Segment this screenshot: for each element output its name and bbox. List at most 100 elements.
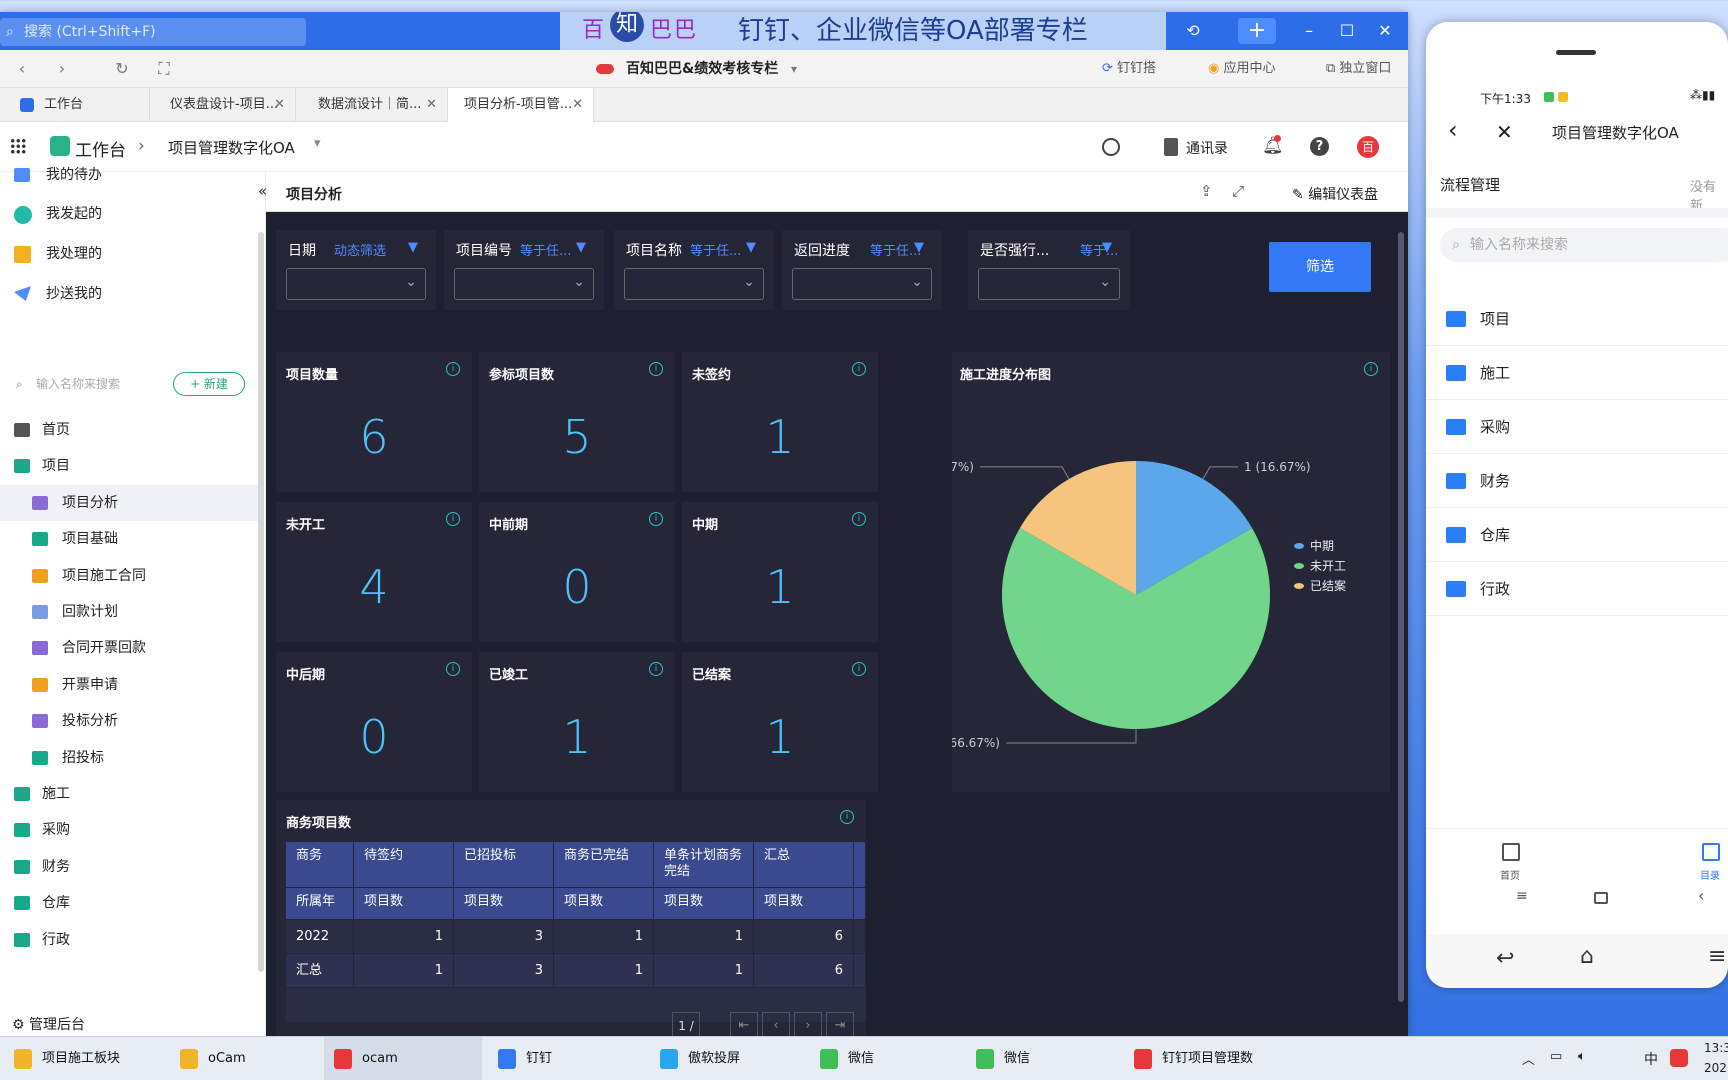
filter-operator[interactable]: 等于任... bbox=[690, 240, 741, 259]
legend-marker[interactable] bbox=[1294, 583, 1304, 589]
sidebar-item[interactable]: 财务 bbox=[0, 849, 262, 885]
edit-dashboard-button[interactable]: ✎ 编辑仪表盘 bbox=[1292, 184, 1378, 204]
admin-link[interactable]: ⚙ 管理后台 bbox=[12, 1014, 85, 1034]
phone-search-input[interactable]: ⌕ 输入名称来搜索 bbox=[1440, 228, 1728, 262]
sidebar-item-todo[interactable]: 我的待办 bbox=[0, 164, 262, 186]
compass-icon[interactable] bbox=[1102, 138, 1120, 156]
taskbar-item[interactable]: 项目施工板块 bbox=[4, 1037, 164, 1080]
info-icon[interactable]: i bbox=[852, 512, 866, 526]
contacts-link[interactable]: 通讯录 bbox=[1186, 138, 1228, 158]
taskbar-item[interactable]: ocam bbox=[324, 1037, 482, 1080]
tab-dashboard-design[interactable]: 仪表盘设计-项目... ✕ bbox=[150, 88, 296, 122]
caret-down-icon[interactable]: ▼ bbox=[914, 240, 924, 255]
app-center-link[interactable]: ◉ 应用中心 bbox=[1208, 50, 1276, 88]
directory-tab-icon[interactable] bbox=[1702, 843, 1720, 861]
info-icon[interactable]: i bbox=[840, 810, 854, 824]
back-icon[interactable]: ‹ bbox=[1448, 116, 1458, 144]
info-icon[interactable]: i bbox=[852, 662, 866, 676]
prev-page-icon[interactable]: ‹ bbox=[762, 1012, 790, 1036]
tab-dataflow-design[interactable]: 数据流设计｜简... ✕ bbox=[296, 88, 448, 122]
share-icon[interactable]: ⇪ bbox=[1200, 182, 1213, 200]
sidebar-item[interactable]: 项目分析 bbox=[0, 484, 262, 521]
dingda-link[interactable]: ⟳ 钉钉搭 bbox=[1102, 50, 1156, 88]
android-menu-icon[interactable]: ≡ bbox=[1516, 888, 1528, 904]
taskbar-item[interactable]: 钉钉项目管理数字... bbox=[1124, 1037, 1274, 1080]
maximize-button[interactable]: ☐ bbox=[1328, 12, 1366, 50]
page-current[interactable]: 1 / 1 bbox=[672, 1012, 700, 1036]
legend-label[interactable]: 中期 bbox=[1310, 538, 1334, 553]
sidebar-item[interactable]: 项目基础 bbox=[0, 521, 262, 557]
ime-indicator[interactable]: 中 bbox=[1644, 1049, 1658, 1069]
close-icon[interactable]: ✕ bbox=[426, 88, 437, 122]
menu-icon[interactable]: ≡ bbox=[1708, 944, 1726, 969]
sidebar-item[interactable]: 合同开票回款 bbox=[0, 630, 262, 666]
phone-folder-item[interactable]: 采购 bbox=[1426, 400, 1728, 454]
sidebar-item-cc[interactable]: 抄送我的 bbox=[0, 276, 262, 312]
taskbar-item[interactable]: 微信 bbox=[810, 1037, 960, 1080]
sidebar-item-started[interactable]: 我发起的 bbox=[0, 196, 262, 232]
tab-workbench[interactable]: 工作台 bbox=[0, 88, 150, 122]
caret-down-icon[interactable]: ▼ bbox=[1102, 240, 1112, 255]
sidebar-item[interactable]: 首页 bbox=[0, 412, 262, 448]
taskbar-item[interactable]: oCam bbox=[170, 1037, 318, 1080]
chevron-down-icon[interactable]: ▾ bbox=[780, 50, 808, 88]
sogou-icon[interactable] bbox=[1670, 1049, 1688, 1067]
sidebar-item[interactable]: 施工 bbox=[0, 776, 262, 812]
back-icon[interactable]: ‹ bbox=[8, 50, 36, 88]
close-icon[interactable]: ✕ bbox=[1496, 120, 1513, 144]
info-icon[interactable]: i bbox=[446, 662, 460, 676]
fullscreen-icon[interactable]: ⛶ bbox=[150, 50, 178, 88]
tab-project-analysis[interactable]: 项目分析-项目管... ✕ bbox=[448, 88, 594, 122]
sidebar-scrollbar[interactable] bbox=[258, 232, 264, 972]
collapse-icon[interactable]: « bbox=[258, 182, 267, 200]
filter-operator[interactable]: 等于任... bbox=[520, 240, 571, 259]
close-button[interactable]: ✕ bbox=[1366, 12, 1404, 50]
info-icon[interactable]: i bbox=[852, 362, 866, 376]
caret-down-icon[interactable]: ▼ bbox=[408, 240, 418, 255]
filter-select[interactable]: ⌄ bbox=[624, 268, 764, 300]
filter-select[interactable]: ⌄ bbox=[286, 268, 426, 300]
close-icon[interactable]: ✕ bbox=[572, 88, 583, 122]
taskbar-item[interactable]: 微信 bbox=[966, 1037, 1118, 1080]
filter-button[interactable]: 筛选 bbox=[1269, 242, 1371, 292]
sidebar-item[interactable]: 采购 bbox=[0, 812, 262, 848]
filter-operator[interactable]: 等于... bbox=[1080, 240, 1118, 259]
home-icon[interactable]: ⌂ bbox=[1580, 944, 1594, 969]
home-tab-icon[interactable] bbox=[1502, 843, 1520, 861]
last-page-icon[interactable]: ⇥ bbox=[826, 1012, 854, 1036]
caret-down-icon[interactable]: ▼ bbox=[746, 240, 756, 255]
info-icon[interactable]: i bbox=[649, 362, 663, 376]
info-icon[interactable]: i bbox=[446, 362, 460, 376]
sidebar-item-handled[interactable]: 我处理的 bbox=[0, 236, 262, 272]
phone-folder-item[interactable]: 仓库 bbox=[1426, 508, 1728, 562]
new-button[interactable]: + 新建 bbox=[173, 372, 245, 396]
filter-select[interactable]: ⌄ bbox=[792, 268, 932, 300]
clock-time[interactable]: 13:3 bbox=[1704, 1041, 1728, 1055]
workbench-link[interactable]: 工作台 bbox=[75, 136, 126, 161]
sidebar-item[interactable]: 开票申请 bbox=[0, 667, 262, 703]
first-page-icon[interactable]: ⇤ bbox=[730, 1012, 758, 1036]
tray-chevron-icon[interactable]: ︿ bbox=[1522, 1049, 1535, 1068]
sidebar-item[interactable]: 仓库 bbox=[0, 885, 262, 921]
filter-select[interactable]: ⌄ bbox=[978, 268, 1120, 300]
forward-icon[interactable]: › bbox=[48, 50, 76, 88]
apps-grid-icon[interactable] bbox=[10, 138, 26, 154]
phone-folder-item[interactable]: 行政 bbox=[1426, 562, 1728, 616]
chevron-down-icon[interactable]: ▾ bbox=[314, 136, 321, 151]
info-icon[interactable]: i bbox=[649, 512, 663, 526]
sidebar-item[interactable]: 投标分析 bbox=[0, 703, 262, 739]
legend-marker[interactable] bbox=[1294, 563, 1304, 569]
phone-folder-item[interactable]: 项目 bbox=[1426, 292, 1728, 346]
volume-icon[interactable]: 🔈︎ bbox=[1578, 1049, 1586, 1064]
android-home-icon[interactable] bbox=[1594, 892, 1608, 904]
sidebar-item[interactable]: 项目施工合同 bbox=[0, 558, 262, 594]
sidebar-item[interactable]: 项目 bbox=[0, 448, 262, 484]
main-scrollbar[interactable] bbox=[1398, 232, 1404, 1002]
sidebar-item[interactable]: 招投标 bbox=[0, 740, 262, 776]
taskbar-item[interactable]: 傲软投屏 bbox=[650, 1037, 804, 1080]
info-icon[interactable]: i bbox=[446, 512, 460, 526]
standalone-window-link[interactable]: ⧉ 独立窗口 bbox=[1326, 50, 1391, 88]
minimize-button[interactable]: – bbox=[1290, 12, 1328, 50]
sidebar-item[interactable]: 行政 bbox=[0, 922, 262, 958]
legend-label[interactable]: 已结案 bbox=[1310, 578, 1346, 593]
